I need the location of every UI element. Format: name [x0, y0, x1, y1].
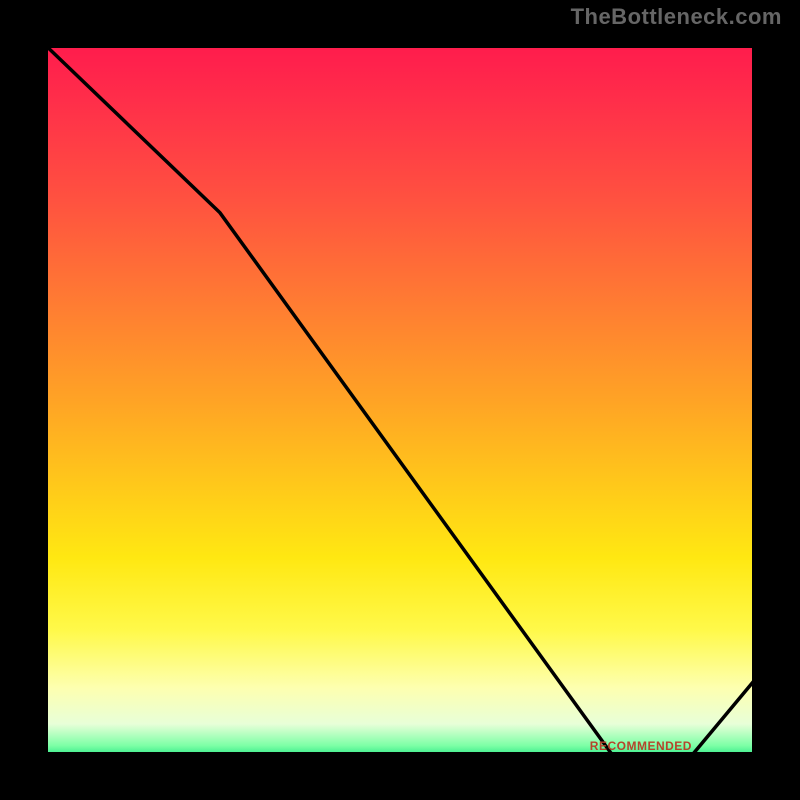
plot-area [40, 40, 760, 760]
watermark-text: TheBottleneck.com [571, 4, 782, 30]
chart-stage: TheBottleneck.com RECOMMENDED [0, 0, 800, 800]
recommended-annotation: RECOMMENDED [590, 739, 692, 753]
